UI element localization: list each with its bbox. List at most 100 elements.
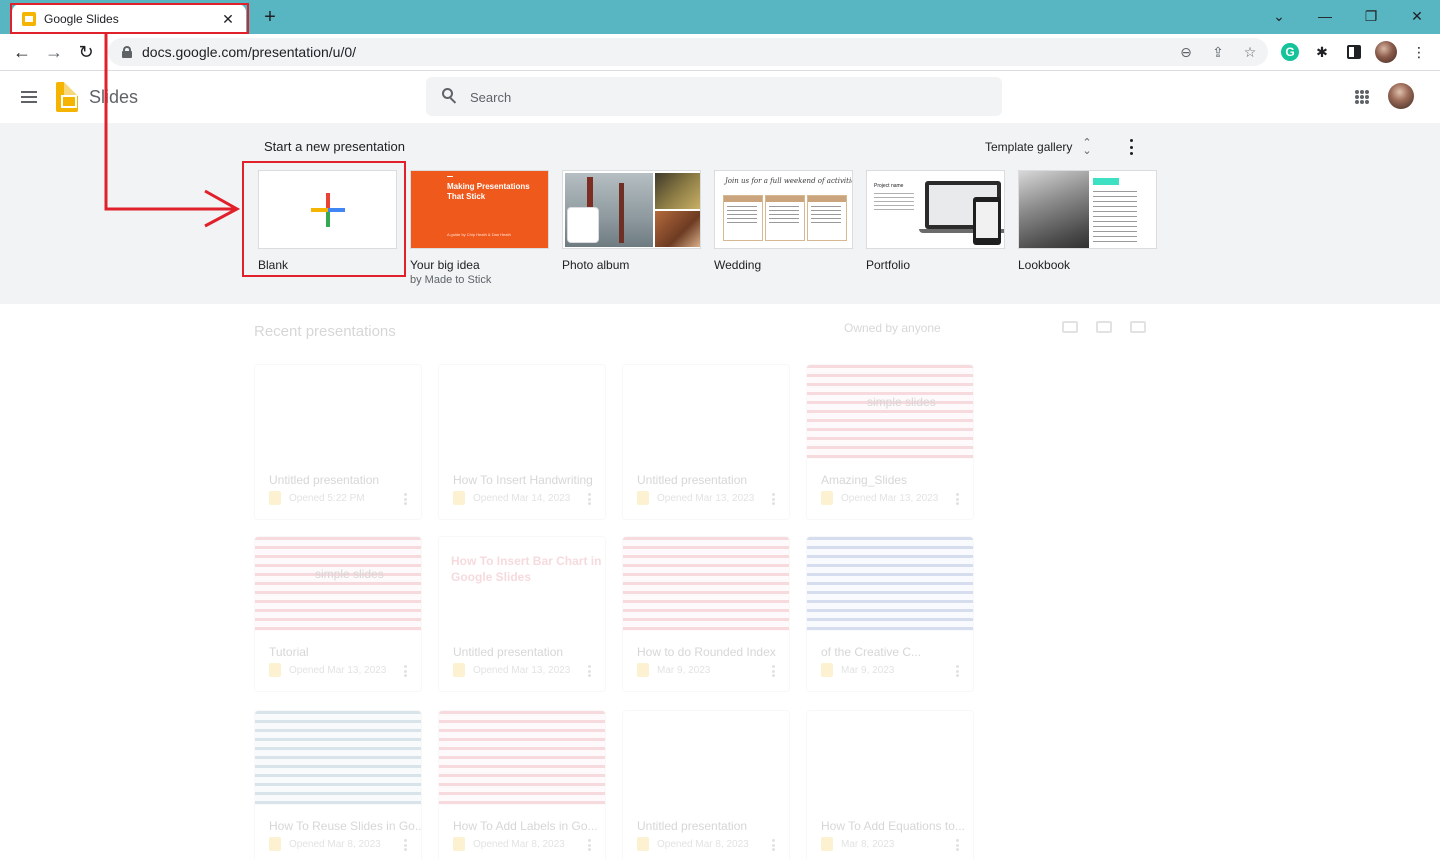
template-thumbnail[interactable] [258, 170, 397, 249]
app-header: Slides [0, 71, 1440, 123]
template-label: Blank [258, 258, 289, 272]
presentation-card[interactable]: simple slides Amazing_Slides Opened Mar … [806, 364, 974, 520]
template-gallery-label: Template gallery [985, 140, 1073, 154]
lock-icon[interactable] [122, 46, 132, 58]
template-thumbnail[interactable]: Join us for a full weekend of activities… [714, 170, 853, 249]
template-gallery-button[interactable]: Template gallery ⌃ ⌄ [985, 137, 1092, 157]
tab-close-icon[interactable]: ✕ [220, 11, 236, 28]
browser-tab-google-slides[interactable]: Google Slides ✕ [12, 4, 246, 34]
presentation-card[interactable]: How To Add Equations to... Mar 8, 2023 [806, 710, 974, 860]
template-portfolio[interactable]: Project name Portfolio [866, 170, 1005, 272]
presentation-card[interactable]: How To Insert Handwriting Opened Mar 14,… [438, 364, 606, 520]
back-button[interactable]: ← [10, 40, 34, 64]
google-apps-icon[interactable] [1355, 90, 1369, 104]
app-name[interactable]: Slides [89, 87, 138, 108]
sort-icon[interactable] [1096, 321, 1112, 333]
search-icon[interactable] [442, 88, 459, 105]
slides-file-icon [269, 491, 281, 505]
presentation-card[interactable]: How To Add Labels in Go... Opened Mar 8,… [438, 710, 606, 860]
search-bar[interactable] [426, 77, 1002, 116]
presentation-card[interactable]: How To Insert Bar Chart in Google Slides… [438, 536, 606, 692]
presentation-title: Amazing_Slides [821, 473, 908, 487]
card-more-icon[interactable] [588, 665, 591, 677]
template-wedding[interactable]: Join us for a full weekend of activities… [714, 170, 853, 272]
account-avatar[interactable] [1388, 83, 1414, 109]
template-photo-album[interactable]: Photo album [562, 170, 701, 272]
presentation-card[interactable]: of the Creative C... Mar 9, 2023 [806, 536, 974, 692]
table-photo [655, 211, 700, 247]
street-photo [1019, 171, 1089, 248]
card-more-icon[interactable] [404, 493, 407, 505]
presentation-date: Opened Mar 13, 2023 [841, 492, 939, 504]
share-icon[interactable]: ⇪ [1208, 42, 1228, 62]
search-input[interactable] [470, 86, 970, 108]
extensions-puzzle-icon[interactable]: ✱ [1311, 41, 1333, 63]
slides-file-icon [821, 663, 833, 677]
presentation-card[interactable]: Untitled presentation Opened Mar 8, 2023 [622, 710, 790, 860]
presentation-card[interactable]: How to do Rounded Index Mar 9, 2023 [622, 536, 790, 692]
presentation-title: How To Add Labels in Go... [453, 819, 598, 833]
thumbnail-title: Join us for a full weekend of activities… [725, 177, 853, 185]
presentation-date: Mar 8, 2023 [841, 838, 895, 850]
presentation-card[interactable]: simple slides Tutorial Opened Mar 13, 20… [254, 536, 422, 692]
presentation-card[interactable]: Untitled presentation Opened Mar 13, 202… [622, 364, 790, 520]
presentation-title: Untitled presentation [637, 819, 748, 833]
template-your-big-idea[interactable]: Making Presentations That Stick A guide … [410, 170, 549, 286]
forward-button[interactable]: → [42, 40, 66, 64]
card-more-icon[interactable] [588, 839, 591, 851]
new-presentation-section: Start a new presentation Template galler… [0, 123, 1440, 304]
card-more-icon[interactable] [588, 493, 591, 505]
slides-file-icon [453, 837, 465, 851]
new-tab-button[interactable]: + [260, 6, 280, 28]
presentation-thumbnail [807, 537, 973, 631]
card-more-icon[interactable] [772, 839, 775, 851]
side-panel-icon[interactable] [1347, 45, 1361, 59]
template-thumbnail[interactable]: Making Presentations That Stick A guide … [410, 170, 549, 249]
presentation-card[interactable]: Untitled presentation Opened 5:22 PM [254, 364, 422, 520]
slides-file-icon [453, 491, 465, 505]
slides-logo-icon[interactable] [56, 82, 78, 112]
card-more-icon[interactable] [772, 493, 775, 505]
template-lookbook[interactable]: Lookbook [1018, 170, 1157, 272]
grammarly-extension-icon[interactable]: G [1281, 43, 1299, 61]
reload-button[interactable]: ↻ [74, 40, 98, 64]
bookmark-star-icon[interactable]: ☆ [1240, 42, 1260, 62]
presentation-title: Untitled presentation [453, 645, 564, 659]
url-text[interactable]: docs.google.com/presentation/u/0/ [142, 44, 356, 60]
card-more-icon[interactable] [956, 493, 959, 505]
zoom-icon[interactable]: ⊖ [1176, 42, 1196, 62]
restore-button[interactable]: ❐ [1359, 6, 1383, 26]
folder-icon[interactable] [1130, 321, 1146, 333]
template-blank[interactable]: Blank [258, 170, 397, 272]
presentation-title: How To Insert Handwriting [453, 473, 593, 487]
presentation-thumbnail [623, 365, 789, 459]
browser-profile-avatar[interactable] [1375, 41, 1397, 63]
presentation-title: of the Creative C... [821, 645, 922, 659]
more-options-icon[interactable] [1128, 139, 1134, 155]
thumbnail-subtitle: A guide by Chip Heath & Dan Heath [447, 232, 511, 237]
browser-menu-icon[interactable]: ⋮ [1408, 41, 1430, 63]
tab-search-dropdown-icon[interactable]: ⌄ [1267, 6, 1291, 26]
new-presentation-heading: Start a new presentation [264, 139, 405, 154]
card-more-icon[interactable] [404, 665, 407, 677]
card-more-icon[interactable] [772, 665, 775, 677]
owner-filter-dropdown[interactable]: Owned by anyone [844, 321, 941, 335]
template-label: Your big idea [410, 258, 480, 272]
presentation-card[interactable]: How To Reuse Slides in Go... Opened Mar … [254, 710, 422, 860]
template-thumbnail[interactable] [562, 170, 701, 249]
main-menu-icon[interactable] [21, 91, 37, 103]
template-thumbnail[interactable] [1018, 170, 1157, 249]
list-view-icon[interactable] [1062, 321, 1078, 333]
close-window-button[interactable]: ✕ [1405, 6, 1429, 26]
card-more-icon[interactable] [956, 665, 959, 677]
presentation-thumbnail [807, 711, 973, 805]
unfold-more-icon: ⌃ ⌄ [1082, 137, 1092, 157]
presentation-date: Opened Mar 14, 2023 [473, 492, 571, 504]
card-more-icon[interactable] [956, 839, 959, 851]
presentation-date: Opened Mar 13, 2023 [289, 664, 387, 676]
minimize-button[interactable]: — [1313, 6, 1337, 26]
thumbnail-text: How To Insert Bar Chart in Google Slides [451, 554, 602, 584]
address-bar[interactable]: docs.google.com/presentation/u/0/ ⊖ ⇪ ☆ [108, 38, 1268, 66]
card-more-icon[interactable] [404, 839, 407, 851]
template-thumbnail[interactable]: Project name [866, 170, 1005, 249]
